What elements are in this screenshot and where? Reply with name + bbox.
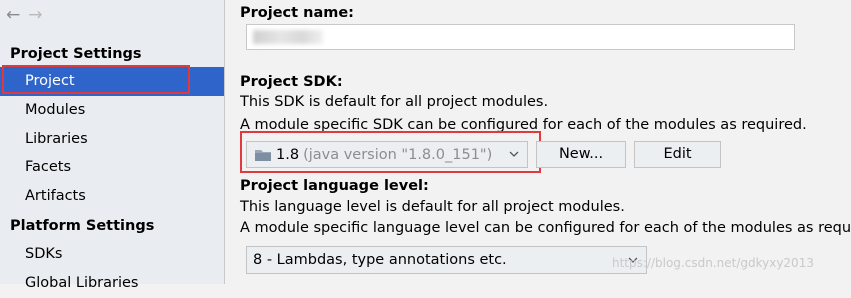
edit-sdk-button[interactable]: Edit xyxy=(634,141,721,168)
project-name-input[interactable] xyxy=(246,24,795,50)
sidebar-item-project[interactable]: Project xyxy=(0,65,224,96)
settings-sidebar: ← → Project Settings Project Modules Lib… xyxy=(0,0,225,291)
sidebar-item-modules[interactable]: Modules xyxy=(0,96,224,125)
forward-arrow-icon[interactable]: → xyxy=(28,4,42,26)
project-settings-panel: Project name: Project SDK: This SDK is d… xyxy=(226,0,851,284)
language-level-description-1: This language level is default for all p… xyxy=(240,199,625,215)
history-navigation: ← → xyxy=(6,4,43,26)
project-sdk-label: Project SDK: xyxy=(240,74,343,90)
watermark: https://blog.csdn.net/gdkyxy2013 xyxy=(612,256,814,270)
sidebar-item-facets[interactable]: Facets xyxy=(0,153,224,182)
sdk-highlight-annotation xyxy=(240,131,541,173)
new-sdk-button-label: New... xyxy=(558,146,604,162)
project-sdk-description-1: This SDK is default for all project modu… xyxy=(240,94,549,110)
sidebar-item-artifacts[interactable]: Artifacts xyxy=(0,182,224,211)
language-level-label: Project language level: xyxy=(240,178,429,194)
project-settings-heading: Project Settings xyxy=(10,46,142,62)
edit-sdk-button-label: Edit xyxy=(663,146,692,162)
platform-settings-heading: Platform Settings xyxy=(10,218,155,234)
language-level-description-2: A module specific language level can be … xyxy=(240,220,851,236)
sidebar-item-libraries[interactable]: Libraries xyxy=(0,125,224,154)
redacted-project-name xyxy=(253,30,323,44)
back-arrow-icon[interactable]: ← xyxy=(6,4,20,26)
project-name-label: Project name: xyxy=(240,5,354,21)
new-sdk-button[interactable]: New... xyxy=(536,141,626,168)
language-level-dropdown[interactable]: 8 - Lambdas, type annotations etc. xyxy=(246,246,647,274)
language-level-value: 8 - Lambdas, type annotations etc. xyxy=(253,252,507,268)
sidebar-item-sdks[interactable]: SDKs xyxy=(0,240,224,269)
